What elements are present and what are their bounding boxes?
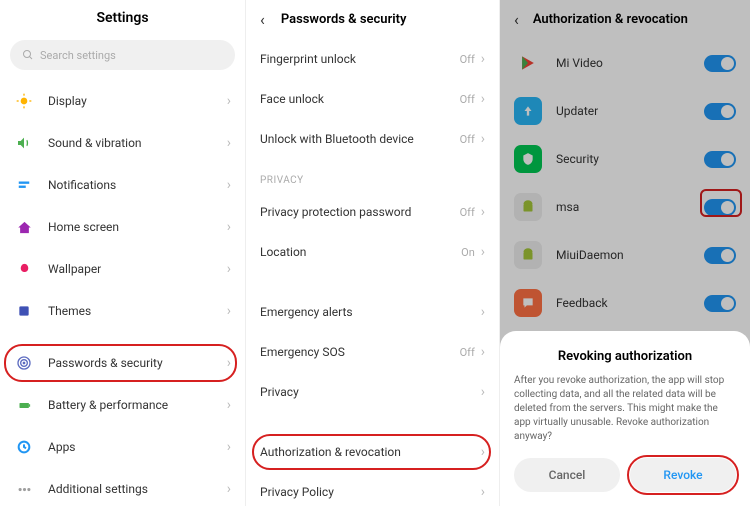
chevron-right-icon: › <box>481 304 485 320</box>
cancel-button[interactable]: Cancel <box>514 458 620 492</box>
item-label: Face unlock <box>260 92 460 106</box>
page-title: Settings <box>0 0 245 36</box>
revoke-dialog: Revoking authorization After you revoke … <box>500 331 750 506</box>
item-value: Off <box>460 53 475 66</box>
chevron-right-icon: › <box>227 261 231 277</box>
item-label: Location <box>260 245 461 259</box>
item-value: Off <box>460 133 475 146</box>
chevron-right-icon: › <box>481 384 485 400</box>
chevron-right-icon: › <box>481 484 485 500</box>
chevron-right-icon: › <box>227 481 231 497</box>
display-icon <box>14 91 34 111</box>
settings-item-passwords-security[interactable]: Passwords & security › <box>0 342 245 384</box>
additional-icon <box>14 479 34 499</box>
settings-item-notifications[interactable]: Notifications › <box>0 164 245 206</box>
search-icon <box>22 49 34 61</box>
settings-item-themes[interactable]: Themes › <box>0 290 245 332</box>
item-label: Themes <box>48 304 227 318</box>
item-label: Emergency alerts <box>260 305 481 319</box>
chevron-right-icon: › <box>481 51 485 67</box>
item-value: Off <box>460 93 475 106</box>
settings-item-battery[interactable]: Battery & performance › <box>0 384 245 426</box>
sound-icon <box>14 133 34 153</box>
item-label: Wallpaper <box>48 262 227 276</box>
item-label: Privacy Policy <box>260 485 481 499</box>
item-privacy[interactable]: Privacy › <box>246 372 499 412</box>
themes-icon <box>14 301 34 321</box>
item-face-unlock[interactable]: Face unlock Off › <box>246 79 499 119</box>
chevron-right-icon: › <box>227 135 231 151</box>
chevron-right-icon: › <box>481 131 485 147</box>
back-button[interactable]: ‹ <box>260 10 265 29</box>
search-input[interactable]: Search settings <box>10 40 235 70</box>
item-label: Privacy protection password <box>260 205 460 219</box>
settings-item-apps[interactable]: Apps › <box>0 426 245 468</box>
settings-panel: Settings Search settings Display › Sound… <box>0 0 246 506</box>
settings-item-home[interactable]: Home screen › <box>0 206 245 248</box>
settings-item-wallpaper[interactable]: Wallpaper › <box>0 248 245 290</box>
chevron-right-icon: › <box>227 397 231 413</box>
item-privacy-password[interactable]: Privacy protection password Off › <box>246 192 499 232</box>
item-emergency-alerts[interactable]: Emergency alerts › <box>246 292 499 332</box>
item-label: Unlock with Bluetooth device <box>260 132 460 146</box>
home-icon <box>14 217 34 237</box>
item-emergency-sos[interactable]: Emergency SOS Off › <box>246 332 499 372</box>
dialog-actions: Cancel Revoke <box>514 458 736 492</box>
chevron-right-icon: › <box>227 355 231 371</box>
revoke-button-label: Revoke <box>663 468 702 482</box>
item-privacy-policy[interactable]: Privacy Policy › <box>246 472 499 506</box>
chevron-right-icon: › <box>227 93 231 109</box>
section-header-privacy: PRIVACY <box>246 159 499 192</box>
dialog-title: Revoking authorization <box>514 349 736 364</box>
item-label: Additional settings <box>48 482 227 496</box>
item-authorization-revocation[interactable]: Authorization & revocation › <box>246 432 499 472</box>
settings-item-additional[interactable]: Additional settings › <box>0 468 245 506</box>
item-label: Authorization & revocation <box>260 445 481 459</box>
item-label: Fingerprint unlock <box>260 52 460 66</box>
wallpaper-icon <box>14 259 34 279</box>
chevron-right-icon: › <box>227 177 231 193</box>
item-label: Apps <box>48 440 227 454</box>
item-label: Privacy <box>260 385 481 399</box>
chevron-right-icon: › <box>481 91 485 107</box>
chevron-right-icon: › <box>227 439 231 455</box>
item-bluetooth-unlock[interactable]: Unlock with Bluetooth device Off › <box>246 119 499 159</box>
item-value: Off <box>460 346 475 359</box>
settings-item-sound[interactable]: Sound & vibration › <box>0 122 245 164</box>
item-label: Battery & performance <box>48 398 227 412</box>
settings-item-display[interactable]: Display › <box>0 80 245 122</box>
chevron-right-icon: › <box>481 204 485 220</box>
page-title: Passwords & security <box>281 12 407 27</box>
authorization-revocation-panel: ‹ Authorization & revocation Mi Video Up… <box>500 0 750 506</box>
chevron-right-icon: › <box>227 303 231 319</box>
apps-icon <box>14 437 34 457</box>
item-label: Sound & vibration <box>48 136 227 150</box>
item-value: On <box>461 246 475 259</box>
item-label: Emergency SOS <box>260 345 460 359</box>
battery-icon <box>14 395 34 415</box>
panel-header: ‹ Passwords & security <box>246 0 499 39</box>
dialog-body: After you revoke authorization, the app … <box>514 374 736 444</box>
item-label: Home screen <box>48 220 227 234</box>
chevron-right-icon: › <box>481 244 485 260</box>
passwords-security-panel: ‹ Passwords & security Fingerprint unloc… <box>246 0 500 506</box>
fingerprint-icon <box>14 353 34 373</box>
revoke-button[interactable]: Revoke <box>630 458 736 492</box>
chevron-right-icon: › <box>481 444 485 460</box>
item-fingerprint-unlock[interactable]: Fingerprint unlock Off › <box>246 39 499 79</box>
notifications-icon <box>14 175 34 195</box>
chevron-right-icon: › <box>227 219 231 235</box>
item-value: Off <box>460 206 475 219</box>
item-label: Notifications <box>48 178 227 192</box>
search-placeholder: Search settings <box>40 49 116 62</box>
item-location[interactable]: Location On › <box>246 232 499 272</box>
item-label: Passwords & security <box>48 356 227 370</box>
item-label: Display <box>48 94 227 108</box>
chevron-right-icon: › <box>481 344 485 360</box>
